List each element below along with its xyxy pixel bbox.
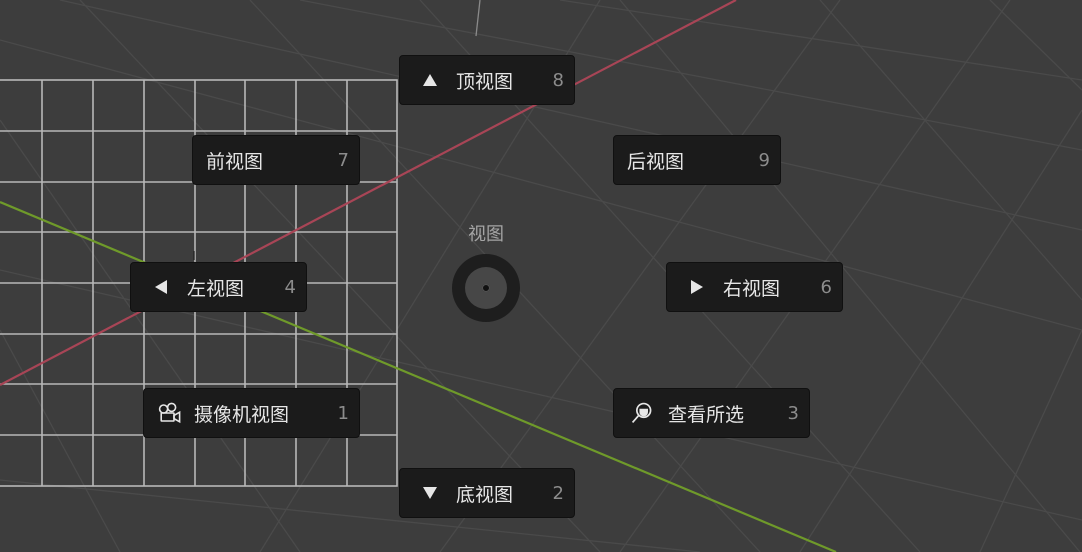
right-view-button[interactable]: 右视图 6 — [666, 262, 843, 312]
bottom-view-hotkey: 2 — [552, 482, 564, 504]
zoom-selected-icon — [630, 401, 654, 425]
triangle-left-icon — [149, 275, 173, 299]
pie-menu-title: 视图 — [468, 224, 504, 245]
camera-view-button[interactable]: 摄像机视图 1 — [143, 388, 360, 438]
right-view-hotkey: 6 — [820, 276, 832, 298]
view-selected-label: 查看所选 — [668, 403, 745, 426]
front-view-button[interactable]: 前视图 7 — [192, 135, 360, 185]
back-view-button[interactable]: 后视图 9 — [613, 135, 781, 185]
top-view-hotkey: 8 — [552, 69, 564, 91]
back-view-hotkey: 9 — [758, 149, 770, 171]
camera-icon — [158, 401, 182, 425]
top-view-label: 顶视图 — [456, 70, 514, 93]
front-view-label: 前视图 — [206, 150, 264, 173]
pie-menu-direction-indicator — [452, 254, 520, 322]
top-view-button[interactable]: 顶视图 8 — [399, 55, 575, 105]
right-view-label: 右视图 — [723, 277, 781, 300]
bottom-view-label: 底视图 — [456, 483, 514, 506]
x-axis-line — [0, 0, 737, 386]
triangle-right-icon — [685, 275, 709, 299]
view-selected-hotkey: 3 — [787, 402, 799, 424]
camera-view-label: 摄像机视图 — [194, 403, 290, 426]
triangle-down-icon — [418, 481, 442, 505]
back-view-label: 后视图 — [627, 150, 685, 173]
left-view-button[interactable]: 左视图 4 — [130, 262, 307, 312]
front-view-hotkey: 7 — [337, 149, 349, 171]
bottom-view-button[interactable]: 底视图 2 — [399, 468, 575, 518]
left-view-label: 左视图 — [187, 277, 245, 300]
view-selected-button[interactable]: 查看所选 3 — [613, 388, 810, 438]
z-axis-line — [475, 0, 481, 37]
triangle-up-icon — [418, 68, 442, 92]
camera-view-hotkey: 1 — [337, 402, 349, 424]
left-view-hotkey: 4 — [284, 276, 296, 298]
